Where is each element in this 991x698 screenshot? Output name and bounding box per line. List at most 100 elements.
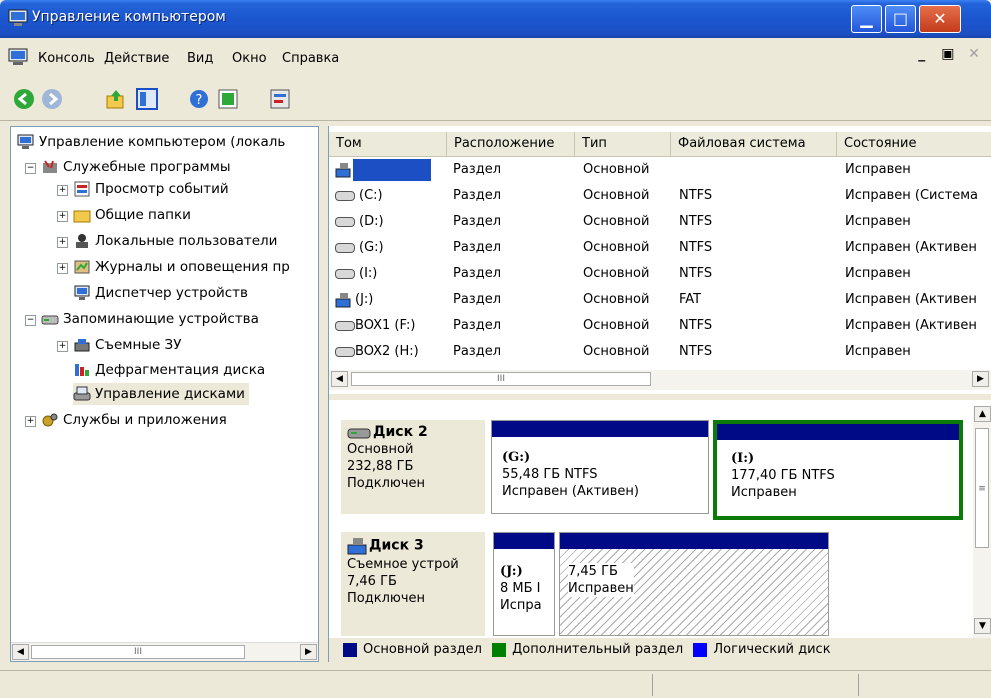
status-cell: Исправен (Активен bbox=[845, 292, 977, 307]
close-button[interactable]: ✕ bbox=[919, 5, 961, 33]
volume-cell: (C:) bbox=[335, 184, 383, 208]
column-layout[interactable]: Расположение bbox=[447, 132, 575, 156]
column-status[interactable]: Состояние bbox=[837, 132, 991, 156]
mdi-restore-icon[interactable]: ▣ bbox=[937, 46, 959, 66]
device-manager-icon bbox=[74, 285, 90, 300]
filesystem-cell: NTFS bbox=[679, 344, 713, 359]
export-icon[interactable] bbox=[216, 87, 240, 111]
collapse-icon[interactable]: − bbox=[25, 315, 36, 326]
scroll-left-icon[interactable]: ◀ bbox=[12, 644, 29, 660]
shared-folders-icon bbox=[73, 210, 91, 223]
table-row[interactable]: (D:) Раздел Основной NTFS Исправен bbox=[329, 210, 991, 234]
expand-icon[interactable]: + bbox=[25, 416, 36, 427]
column-type[interactable]: Тип bbox=[575, 132, 671, 156]
expand-icon[interactable]: + bbox=[57, 185, 68, 196]
tree-item-tools[interactable]: Служебные программы bbox=[41, 156, 231, 178]
tree-root[interactable]: Управление компьютером (локаль bbox=[17, 131, 285, 153]
expand-icon[interactable]: + bbox=[57, 211, 68, 222]
disk-3-info[interactable]: Диск 3 Съемное устрой 7,46 ГБ Подключен bbox=[341, 532, 485, 636]
list-horizontal-scrollbar[interactable]: ◀ III ▶ bbox=[329, 370, 991, 390]
expand-icon[interactable]: + bbox=[57, 263, 68, 274]
table-row[interactable]: (G:) Раздел Основной NTFS Исправен (Акти… bbox=[329, 236, 991, 260]
scroll-left-icon[interactable]: ◀ bbox=[331, 371, 348, 387]
volume-cell: (G:) bbox=[335, 236, 384, 260]
volume-label: (J:) bbox=[500, 564, 523, 579]
scroll-up-icon[interactable]: ▲ bbox=[974, 406, 991, 422]
volume-status: Исправен bbox=[568, 580, 634, 597]
tree-item-disk-management[interactable]: Управление дисками bbox=[73, 383, 249, 405]
maximize-icon: □ bbox=[892, 9, 909, 28]
title-bar[interactable]: Управление компьютером ▁ □ ✕ bbox=[0, 0, 991, 38]
primary-partition-swatch bbox=[343, 642, 357, 657]
tree-item-services[interactable]: Службы и приложения bbox=[41, 409, 227, 431]
tree-horizontal-scrollbar[interactable]: ◀ III ▶ bbox=[11, 642, 318, 661]
column-filesystem[interactable]: Файловая система bbox=[671, 132, 837, 156]
filesystem-cell: NTFS bbox=[679, 318, 713, 333]
disk-2-info[interactable]: Диск 2 Основной 232,88 ГБ Подключен bbox=[341, 420, 485, 514]
minimize-button[interactable]: ▁ bbox=[851, 5, 882, 33]
filesystem-cell: NTFS bbox=[679, 214, 713, 229]
table-row[interactable]: (I:) Раздел Основной NTFS Исправен bbox=[329, 262, 991, 286]
primary-partition-bar bbox=[560, 533, 828, 549]
scroll-right-icon[interactable]: ▶ bbox=[972, 371, 989, 387]
table-row[interactable]: BOX2 (H:) Раздел Основной NTFS Исправен bbox=[329, 340, 991, 364]
mdi-close-icon[interactable]: ✕ bbox=[963, 46, 985, 66]
disk-view-vertical-scrollbar[interactable]: ▲ ≡ ▼ bbox=[973, 406, 991, 642]
type-cell: Основной bbox=[583, 240, 650, 255]
tree-item-removable-storage[interactable]: Съемные ЗУ bbox=[73, 334, 181, 356]
volume-i-selected[interactable]: (I:) 177,40 ГБ NTFS Исправен bbox=[713, 420, 963, 520]
volume-icon bbox=[335, 162, 351, 177]
volume-j[interactable]: (J:) 8 МБ I Испра bbox=[493, 532, 555, 636]
back-icon[interactable] bbox=[12, 87, 36, 111]
pane-splitter[interactable] bbox=[329, 394, 991, 400]
properties-icon[interactable] bbox=[268, 87, 292, 111]
tree-item-storage[interactable]: Запоминающие устройства bbox=[41, 308, 259, 330]
removable-drive-icon bbox=[335, 292, 351, 307]
computer-management-window: Управление компьютером ▁ □ ✕ Консоль Дей… bbox=[0, 0, 991, 698]
tree-item-device-manager[interactable]: Диспетчер устройств bbox=[73, 282, 248, 304]
tree-item-defrag[interactable]: Дефрагментация диска bbox=[73, 359, 265, 381]
filesystem-cell: FAT bbox=[679, 292, 702, 307]
expand-icon[interactable]: + bbox=[57, 341, 68, 352]
type-cell: Основной bbox=[583, 344, 650, 359]
maximize-button[interactable]: □ bbox=[885, 5, 916, 33]
scroll-thumb[interactable]: III bbox=[351, 372, 651, 386]
table-row[interactable]: BOX1 (F:) Раздел Основной NTFS Исправен … bbox=[329, 314, 991, 338]
volume-unlabeled[interactable]: 7,45 ГБ Исправен bbox=[559, 532, 829, 636]
type-cell: Основной bbox=[583, 188, 650, 203]
primary-partition-bar bbox=[492, 421, 708, 437]
show-tree-icon[interactable] bbox=[135, 87, 159, 111]
menu-window[interactable]: Окно bbox=[232, 51, 267, 66]
disk-graphical-view: Диск 2 Основной 232,88 ГБ Подключен (G:)… bbox=[329, 408, 991, 640]
scroll-thumb[interactable]: ≡ bbox=[975, 428, 989, 548]
scroll-right-icon[interactable]: ▶ bbox=[300, 644, 317, 660]
up-folder-icon[interactable] bbox=[104, 87, 128, 111]
forward-icon[interactable] bbox=[40, 87, 64, 111]
disk-status: Подключен bbox=[347, 591, 425, 606]
tree-item-logs-alerts[interactable]: Журналы и оповещения пр bbox=[73, 256, 290, 278]
tree-item-local-users[interactable]: Локальные пользователи bbox=[73, 230, 277, 252]
scroll-thumb[interactable]: III bbox=[31, 645, 245, 659]
tree-item-event-viewer[interactable]: Просмотр событий bbox=[73, 178, 229, 200]
type-cell: Основной bbox=[583, 162, 650, 177]
expand-icon[interactable]: + bbox=[57, 237, 68, 248]
table-row[interactable]: Раздел Основной Исправен bbox=[329, 158, 991, 182]
local-users-icon bbox=[76, 234, 88, 248]
tree-pane[interactable]: Управление компьютером (локаль − Служебн… bbox=[10, 126, 319, 662]
help-icon[interactable]: ? bbox=[187, 87, 211, 111]
menu-action[interactable]: Действие bbox=[104, 51, 169, 66]
mdi-minimize-icon[interactable]: _ bbox=[911, 46, 933, 66]
scroll-down-icon[interactable]: ▼ bbox=[974, 618, 991, 634]
column-volume[interactable]: Том bbox=[329, 132, 447, 156]
menu-help[interactable]: Справка bbox=[282, 51, 339, 66]
menu-view[interactable]: Вид bbox=[187, 51, 213, 66]
volume-g[interactable]: (G:) 55,48 ГБ NTFS Исправен (Активен) bbox=[491, 420, 709, 514]
volume-label: (G:) bbox=[502, 450, 531, 465]
menu-console[interactable]: Консоль bbox=[38, 51, 95, 66]
type-cell: Основной bbox=[583, 214, 650, 229]
status-cell: Исправен bbox=[845, 266, 911, 281]
table-row[interactable]: (J:) Раздел Основной FAT Исправен (Актив… bbox=[329, 288, 991, 312]
tree-item-shared-folders[interactable]: Общие папки bbox=[73, 204, 191, 226]
collapse-icon[interactable]: − bbox=[25, 163, 36, 174]
table-row[interactable]: (C:) Раздел Основной NTFS Исправен (Сист… bbox=[329, 184, 991, 208]
